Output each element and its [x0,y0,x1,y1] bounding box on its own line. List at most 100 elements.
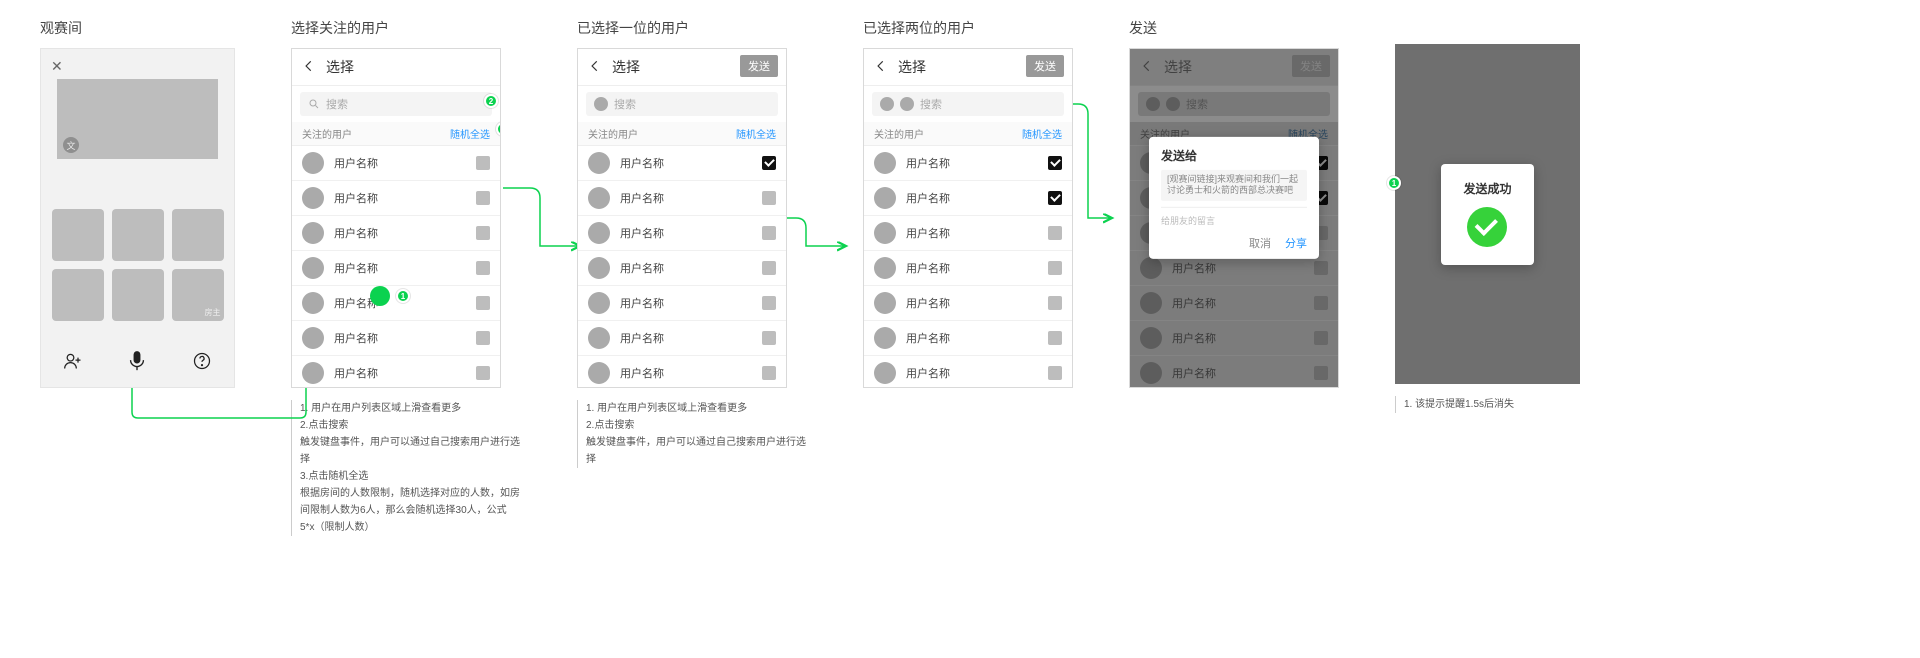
user-row[interactable]: 用户名称 [864,146,1072,181]
user-row[interactable]: 用户名称 [864,251,1072,286]
random-select-link[interactable]: 随机全选 [450,126,490,141]
checkbox-checked[interactable] [1048,191,1062,205]
checkbox[interactable] [476,191,490,205]
search-input[interactable]: 搜索 2 [300,92,492,116]
checkbox[interactable] [476,261,490,275]
user-row[interactable]: 用户名称 [864,321,1072,356]
user-list[interactable]: 用户名称 用户名称 用户名称 用户名称 用户名称 用户名称 用户名称 用户名称 [578,146,786,387]
checkbox[interactable] [476,331,490,345]
back-icon[interactable] [874,59,888,76]
video-preview: 文 [57,79,218,159]
wireframe-canvas: 观赛间 ✕ 文 房主 [40,18,1880,536]
checkbox[interactable] [476,296,490,310]
checkbox[interactable] [1048,261,1062,275]
checkbox[interactable] [476,366,490,380]
col-select-initial: 选择关注的用户 选择 搜索 2 关注的用户 随机全选 3 用户名称 用户名称 用… [291,18,521,536]
user-row[interactable]: 用户名称 [864,181,1072,216]
search-placeholder: 搜索 [326,96,348,112]
panel-title: 选择关注的用户 [291,18,389,38]
section-header: 关注的用户 随机全选 [864,122,1072,146]
seat[interactable] [172,209,224,261]
col-select-one: 已选择一位的用户 选择 发送 搜索 关注的用户 随机全选 用户名称 用户名称 用… [577,18,807,468]
nav-bar: 选择 发送 [864,49,1072,86]
share-button[interactable]: 分享 [1285,235,1307,251]
seat[interactable] [112,269,164,321]
user-row[interactable]: 用户名称 [578,146,786,181]
dialog-title: 发送给 [1161,147,1307,164]
checkbox-checked[interactable] [1048,156,1062,170]
close-icon[interactable]: ✕ [51,59,63,73]
checkbox-checked[interactable] [762,156,776,170]
user-row[interactable]: 用户名称 [578,286,786,321]
send-button[interactable]: 发送 [1026,55,1064,77]
user-row[interactable]: 用户名称 [578,321,786,356]
selected-chip[interactable] [594,97,608,111]
checkbox[interactable] [1048,296,1062,310]
checkbox[interactable] [476,156,490,170]
seat[interactable] [112,209,164,261]
back-icon[interactable] [588,59,602,76]
checkbox[interactable] [762,226,776,240]
search-placeholder: 搜索 [920,96,942,112]
panel-title: 已选择两位的用户 [863,18,975,38]
user-row[interactable]: 用户名称 [578,216,786,251]
avatar [588,292,610,314]
avatar [588,327,610,349]
dialog-input[interactable]: 给朋友的留言 [1161,207,1307,231]
send-dialog: 发送给 [观赛间链接]来观赛间和我们一起讨论勇士和火箭的西部总决赛吧 给朋友的留… [1149,137,1319,259]
checkbox[interactable] [476,226,490,240]
selected-chip[interactable] [900,97,914,111]
avatar [874,222,896,244]
avatar [588,187,610,209]
mic-icon[interactable] [126,348,148,377]
selected-chip[interactable] [880,97,894,111]
avatar [302,327,324,349]
checkbox[interactable] [762,331,776,345]
seat[interactable] [52,209,104,261]
checkbox[interactable] [1048,331,1062,345]
notes: 1. 该提示提醒1.5s后消失 [1395,396,1514,413]
checkbox[interactable] [1048,366,1062,380]
user-row[interactable]: 用户名称 [292,251,500,286]
checkbox[interactable] [762,261,776,275]
help-icon[interactable] [192,351,212,374]
user-row[interactable]: 用户名称 [292,146,500,181]
user-row[interactable]: 用户名称 [292,321,500,356]
checkbox[interactable] [1048,226,1062,240]
user-row[interactable]: 用户名称 [578,181,786,216]
user-list[interactable]: 用户名称 用户名称 用户名称 用户名称 用户名称 用户名称 用户名称 用户名称 … [292,146,500,387]
nav-bar: 选择 [292,49,500,86]
user-row[interactable]: 用户名称 [864,286,1072,321]
search-input[interactable]: 搜索 [586,92,778,116]
phone-panel: 选择 发送 搜索 关注的用户 随机全选 用户名称 用户名称 用户名称 用户名称 … [863,48,1073,388]
checkbox[interactable] [762,296,776,310]
user-row[interactable]: 用户名称 [292,356,500,387]
preview-badge: 文 [63,137,79,153]
add-user-icon[interactable] [63,351,83,374]
nav-bar: 选择 发送 [578,49,786,86]
user-row[interactable]: 用户名称 [292,216,500,251]
col-send: 发送 选择 发送 搜索 关注的用户 随机全选 用户名称 用户名称 用户名称 用户… [1129,18,1339,388]
cancel-button[interactable]: 取消 [1249,235,1271,251]
user-list[interactable]: 用户名称 用户名称 用户名称 用户名称 用户名称 用户名称 用户名称 用户名称 [864,146,1072,387]
random-select-link[interactable]: 随机全选 [1022,126,1062,141]
checkbox[interactable] [762,191,776,205]
user-row[interactable]: 用户名称 [578,251,786,286]
user-row[interactable]: 用户名称 [292,181,500,216]
send-button[interactable]: 发送 [740,55,778,77]
seat[interactable] [52,269,104,321]
annotation-badge-1: 1 [1387,176,1401,190]
user-row[interactable]: 用户名称 [864,356,1072,387]
section-label: 关注的用户 [874,126,924,141]
user-row[interactable]: 用户名称 [578,356,786,387]
search-input[interactable]: 搜索 [872,92,1064,116]
panel-title [1395,18,1399,34]
checkbox[interactable] [762,366,776,380]
back-icon[interactable] [302,59,316,76]
random-select-link[interactable]: 随机全选 [736,126,776,141]
seat-self[interactable]: 房主 [172,269,224,321]
avatar [302,292,324,314]
search-placeholder: 搜索 [614,96,636,112]
user-row[interactable]: 用户名称 [864,216,1072,251]
panel-title: 观赛间 [40,18,82,38]
